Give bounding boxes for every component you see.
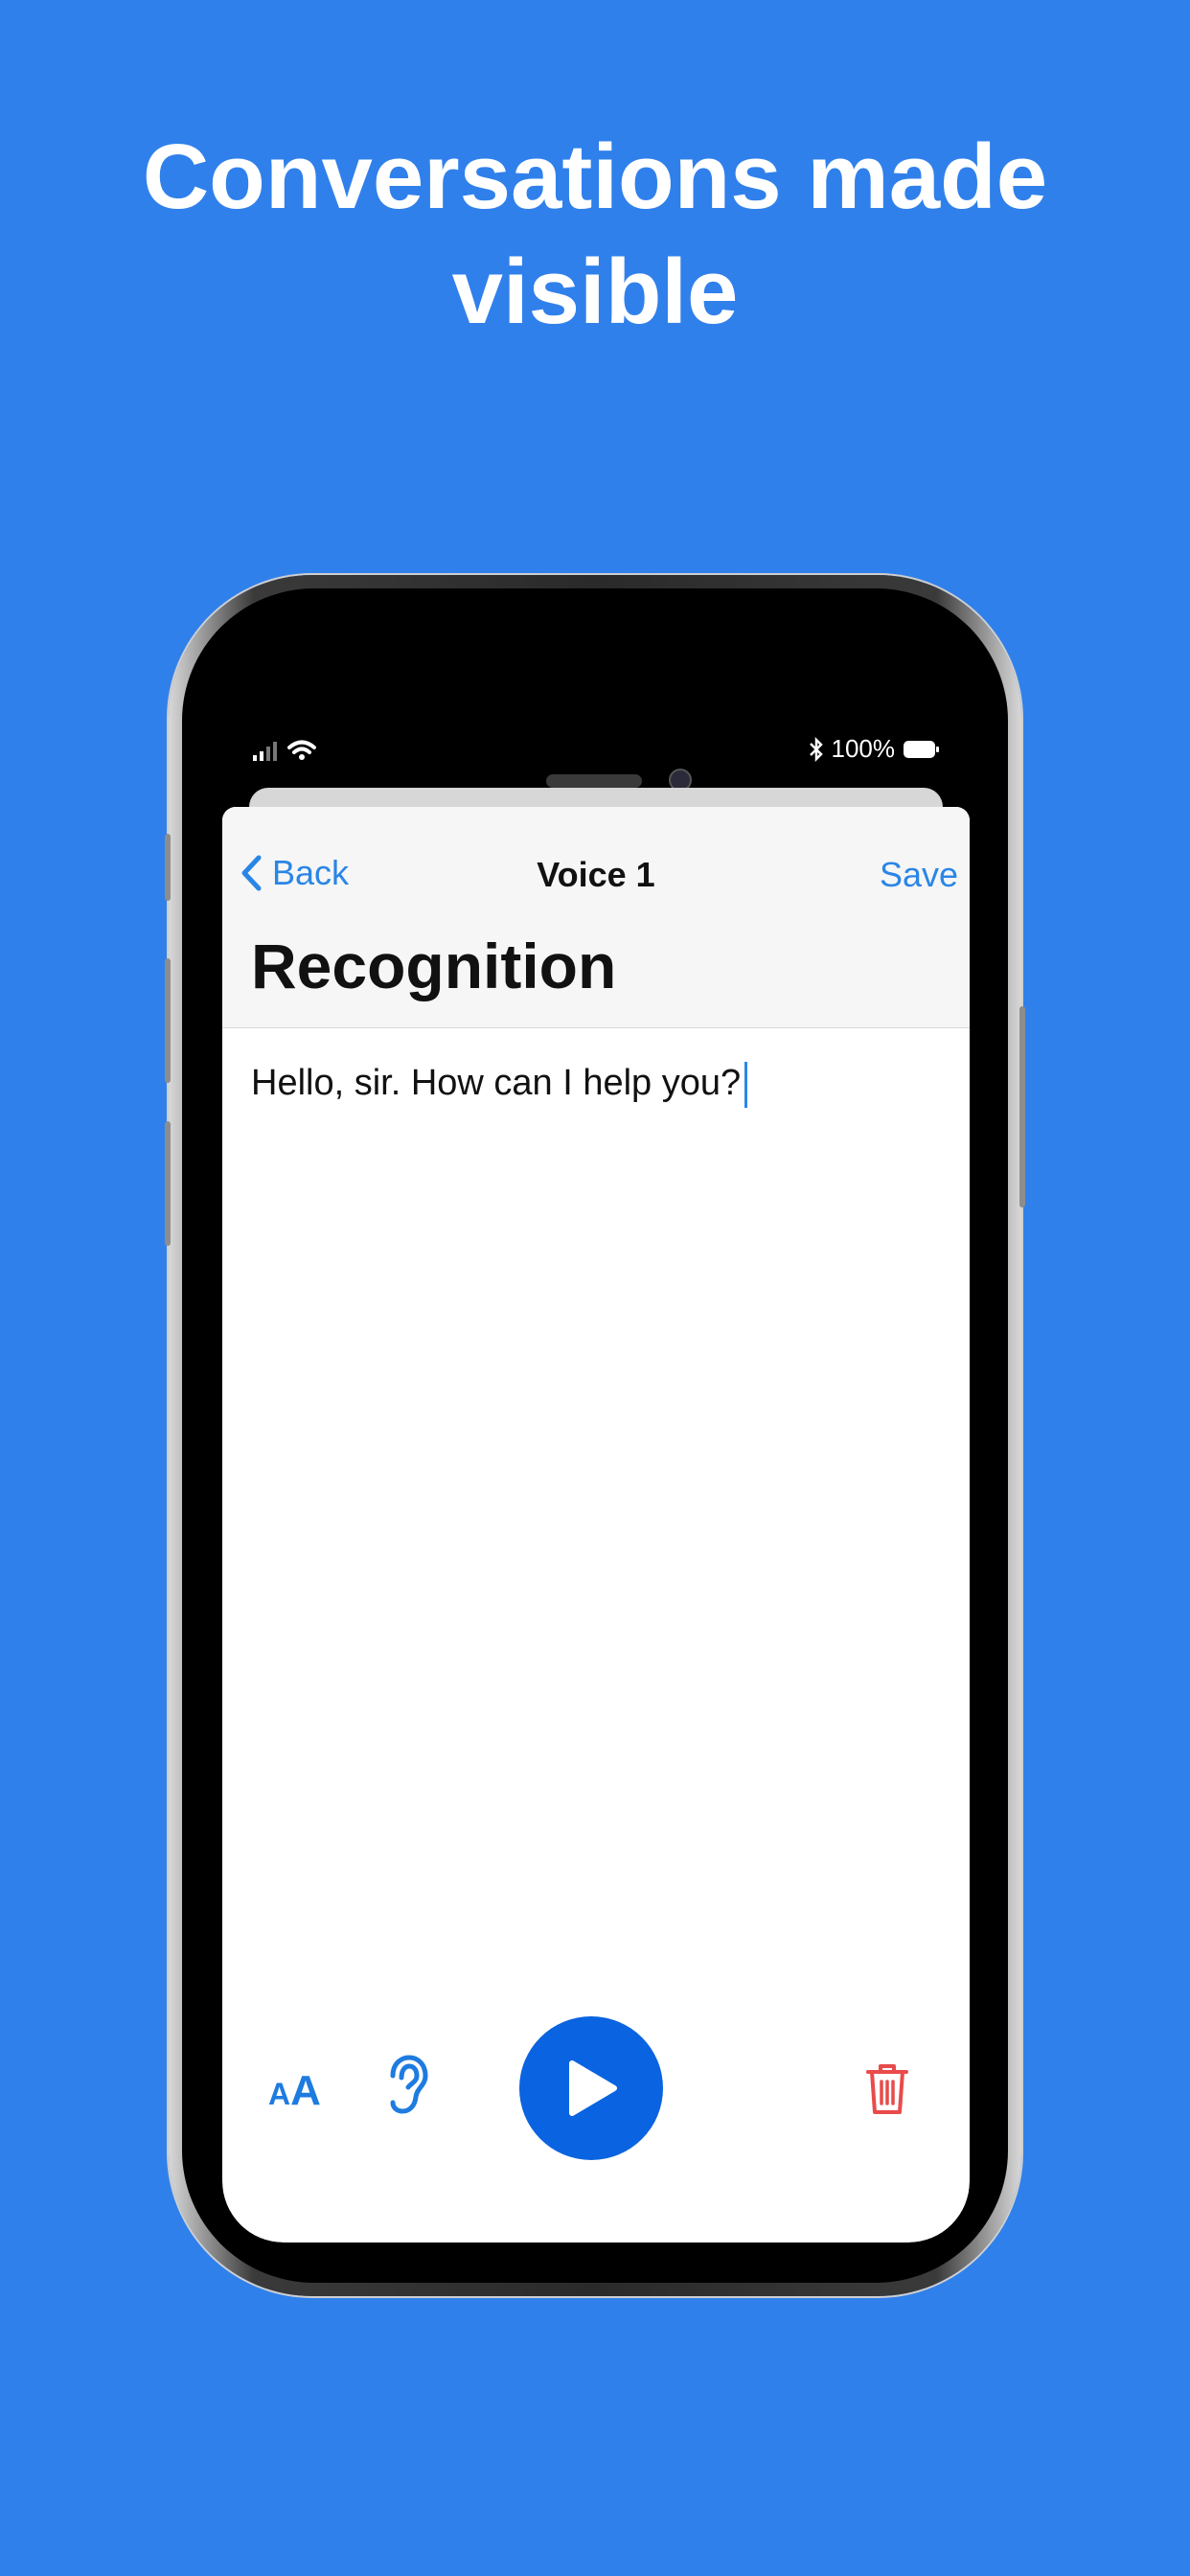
delete-button[interactable]: [864, 2060, 910, 2121]
volume-down-button: [165, 1121, 171, 1246]
font-size-icon: A: [268, 2077, 291, 2111]
bottom-toolbar: AA: [222, 1995, 970, 2187]
font-size-button[interactable]: AA: [268, 2070, 321, 2112]
headline-line-1: Conversations made: [142, 126, 1048, 228]
transcript-text: Hello, sir. How can I help you?: [251, 1063, 742, 1103]
status-right: 100%: [809, 734, 942, 764]
ear-icon: [390, 2055, 428, 2114]
play-button[interactable]: [519, 2016, 663, 2160]
page-title: Recognition: [251, 931, 617, 1001]
volume-up-button: [165, 958, 171, 1083]
headline: Conversations made visible: [0, 120, 1190, 350]
recognition-sheet: Back Voice 1 Save Recognition Hello, sir…: [222, 807, 970, 2242]
trash-icon: [866, 2064, 908, 2114]
bluetooth-icon: [809, 736, 823, 762]
silent-switch: [165, 834, 171, 901]
wifi-icon: [287, 740, 316, 760]
phone-frame: 100% Back Voice 1 Save Recognition Hello…: [165, 575, 1025, 2296]
battery-icon: [904, 740, 939, 758]
signal-icon: [253, 742, 277, 761]
nav-title: Voice 1: [537, 855, 655, 894]
headline-line-2: visible: [451, 241, 739, 343]
play-icon: [569, 2060, 617, 2116]
status-left: [253, 740, 316, 761]
transcript-text-view[interactable]: Hello, sir. How can I help you?: [251, 1060, 941, 1922]
navigation-bar: Back Voice 1 Save Recognition: [222, 807, 970, 1028]
listen-button[interactable]: [385, 2055, 429, 2119]
battery-percentage: 100%: [831, 734, 896, 763]
speaker-grille: [546, 774, 642, 788]
text-caret: [744, 1061, 748, 1108]
power-button: [1019, 1006, 1025, 1208]
save-button[interactable]: Save: [880, 855, 958, 895]
phone-screen: 100% Back Voice 1 Save Recognition Hello…: [222, 711, 970, 2242]
